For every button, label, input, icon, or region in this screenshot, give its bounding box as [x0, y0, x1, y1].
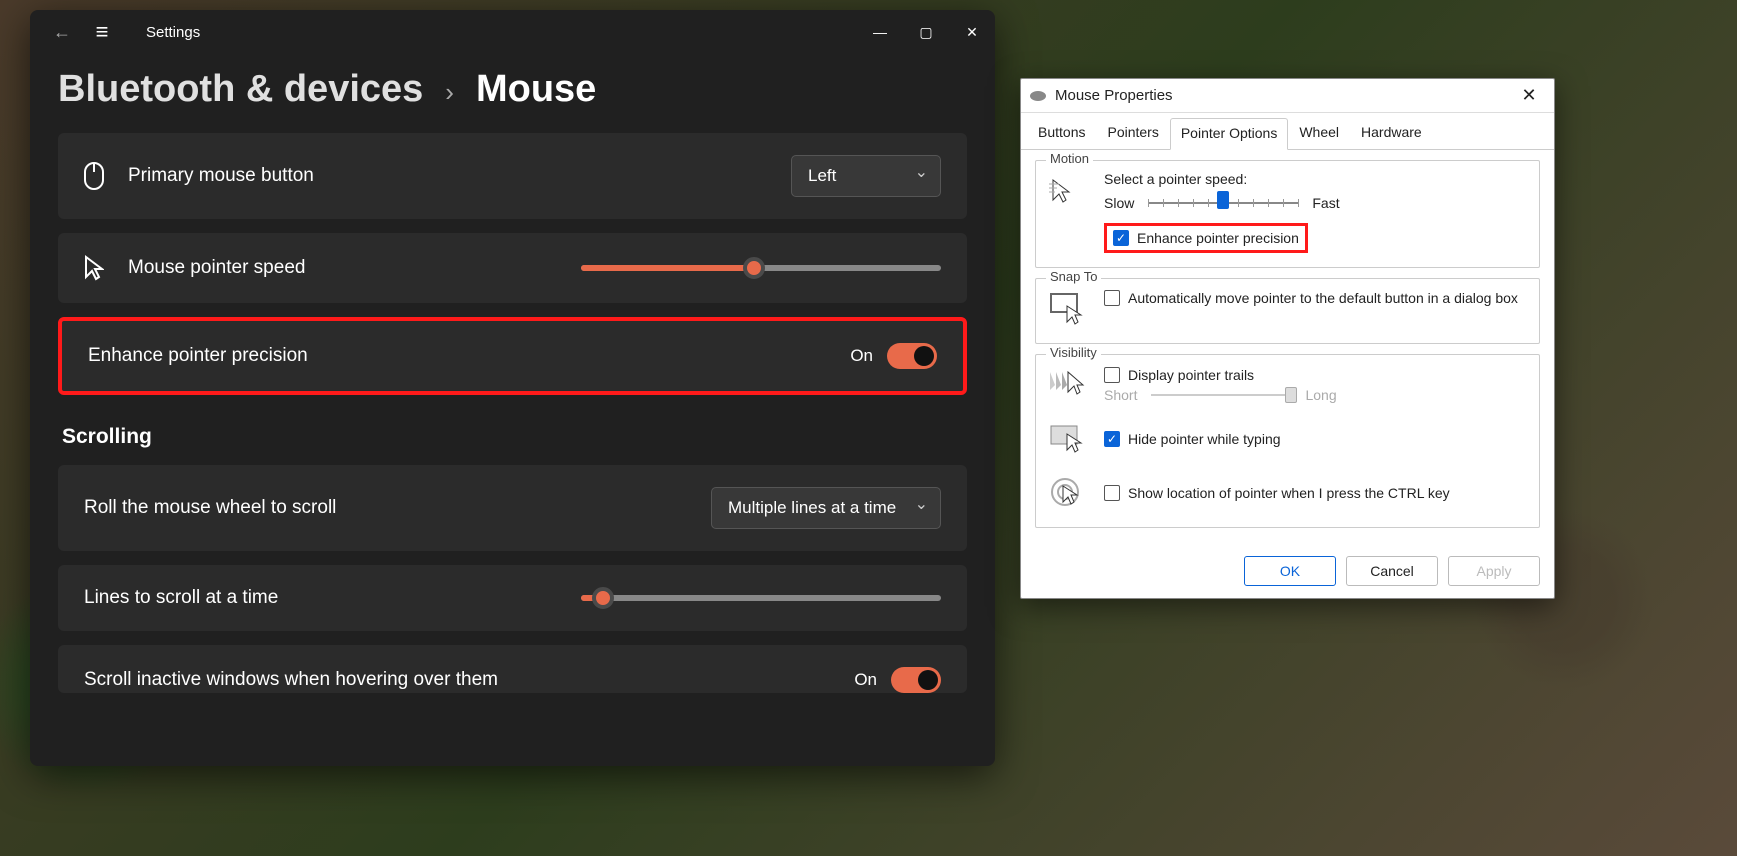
scroll-inactive-row: Scroll inactive windows when hovering ov… [58, 645, 967, 693]
select-pointer-speed-label: Select a pointer speed: [1104, 171, 1527, 187]
lines-scroll-row: Lines to scroll at a time [58, 565, 967, 631]
enhance-pointer-precision-state: On [850, 346, 873, 366]
pointer-speed-slider-dialog[interactable] [1148, 193, 1298, 213]
snap-to-legend: Snap To [1046, 269, 1101, 284]
roll-wheel-value: Multiple lines at a time [728, 498, 896, 517]
pointer-speed-slider[interactable] [581, 265, 941, 271]
window-controls: — ▢ ✕ [857, 10, 995, 54]
pointer-speed-row: Mouse pointer speed [58, 233, 967, 303]
chevron-right-icon: › [445, 77, 454, 108]
lines-scroll-slider[interactable] [581, 595, 941, 601]
hide-typing-icon [1048, 419, 1088, 459]
cursor-icon [84, 255, 128, 281]
mouse-properties-dialog: Mouse Properties ✕ Buttons Pointers Poin… [1020, 78, 1555, 599]
scroll-inactive-state: On [854, 670, 877, 690]
show-location-icon [1048, 473, 1088, 513]
maximize-button[interactable]: ▢ [903, 10, 949, 54]
breadcrumb-parent[interactable]: Bluetooth & devices [58, 68, 423, 111]
settings-window: ← ≡ Settings — ▢ ✕ Bluetooth & devices ›… [30, 10, 995, 766]
pointer-motion-icon [1048, 171, 1088, 211]
snap-to-icon [1048, 289, 1088, 329]
tab-hardware[interactable]: Hardware [1350, 117, 1433, 149]
dialog-body: Motion Select a pointer speed: Slow [1021, 150, 1554, 544]
primary-mouse-button-dropdown[interactable]: Left [791, 155, 941, 197]
motion-legend: Motion [1046, 151, 1093, 166]
pointer-trails-icon [1048, 365, 1088, 405]
apply-button[interactable]: Apply [1448, 556, 1540, 586]
hide-while-typing-label: Hide pointer while typing [1128, 431, 1281, 447]
dialog-close-button[interactable]: ✕ [1514, 85, 1544, 106]
hamburger-menu-icon[interactable]: ≡ [82, 19, 122, 45]
mouse-dialog-icon [1029, 89, 1049, 103]
roll-wheel-row: Roll the mouse wheel to scroll Multiple … [58, 465, 967, 551]
enhance-pointer-precision-label: Enhance pointer precision [88, 345, 308, 367]
primary-mouse-button-label: Primary mouse button [128, 165, 314, 187]
snap-to-checkbox[interactable] [1104, 290, 1120, 306]
dialog-buttons: OK Cancel Apply [1021, 544, 1554, 598]
hide-while-typing-checkbox[interactable]: ✓ [1104, 431, 1120, 447]
cancel-button[interactable]: Cancel [1346, 556, 1438, 586]
tab-pointers[interactable]: Pointers [1096, 117, 1169, 149]
ok-button[interactable]: OK [1244, 556, 1336, 586]
tab-wheel[interactable]: Wheel [1288, 117, 1350, 149]
close-button[interactable]: ✕ [949, 10, 995, 54]
primary-mouse-button-value: Left [808, 166, 836, 185]
show-location-ctrl-checkbox[interactable] [1104, 485, 1120, 501]
show-location-ctrl-label: Show location of pointer when I press th… [1128, 485, 1450, 501]
app-title: Settings [146, 24, 200, 41]
pointer-trails-checkbox[interactable] [1104, 367, 1120, 383]
mouse-icon [84, 162, 128, 190]
enhance-pointer-precision-toggle[interactable] [887, 343, 937, 369]
scrolling-heading: Scrolling [58, 409, 967, 451]
pointer-trails-label: Display pointer trails [1128, 367, 1254, 383]
tab-pointer-options[interactable]: Pointer Options [1170, 118, 1289, 150]
trails-short-label: Short [1104, 387, 1137, 403]
trails-long-label: Long [1305, 387, 1336, 403]
tab-buttons[interactable]: Buttons [1027, 117, 1096, 149]
snap-to-group: Snap To Automatically move pointer to th… [1035, 278, 1540, 344]
speed-slow-label: Slow [1104, 195, 1134, 211]
visibility-group: Visibility Display pointer trails Short [1035, 354, 1540, 528]
dialog-title: Mouse Properties [1055, 87, 1173, 104]
speed-fast-label: Fast [1312, 195, 1339, 211]
roll-wheel-dropdown[interactable]: Multiple lines at a time [711, 487, 941, 529]
primary-mouse-button-row: Primary mouse button Left [58, 133, 967, 219]
back-button[interactable]: ← [42, 22, 82, 43]
breadcrumb: Bluetooth & devices › Mouse [30, 54, 995, 133]
lines-scroll-label: Lines to scroll at a time [84, 587, 278, 609]
pointer-speed-label: Mouse pointer speed [128, 257, 305, 279]
visibility-legend: Visibility [1046, 345, 1101, 360]
roll-wheel-label: Roll the mouse wheel to scroll [84, 497, 336, 519]
enhance-precision-checkbox-label: Enhance pointer precision [1137, 230, 1299, 246]
scroll-inactive-toggle[interactable] [891, 667, 941, 693]
snap-to-checkbox-label: Automatically move pointer to the defaul… [1128, 289, 1518, 307]
enhance-pointer-precision-row: Enhance pointer precision On [58, 317, 967, 395]
minimize-button[interactable]: — [857, 10, 903, 54]
breadcrumb-current: Mouse [476, 68, 596, 111]
settings-panel: Primary mouse button Left Mouse pointer … [30, 133, 995, 693]
scroll-inactive-label: Scroll inactive windows when hovering ov… [84, 669, 498, 691]
dialog-titlebar: Mouse Properties ✕ [1021, 79, 1554, 113]
dialog-tabs: Buttons Pointers Pointer Options Wheel H… [1021, 113, 1554, 150]
pointer-trails-slider [1151, 387, 1291, 403]
window-titlebar: ← ≡ Settings — ▢ ✕ [30, 10, 995, 54]
enhance-precision-checkbox[interactable]: ✓ [1113, 230, 1129, 246]
motion-group: Motion Select a pointer speed: Slow [1035, 160, 1540, 268]
